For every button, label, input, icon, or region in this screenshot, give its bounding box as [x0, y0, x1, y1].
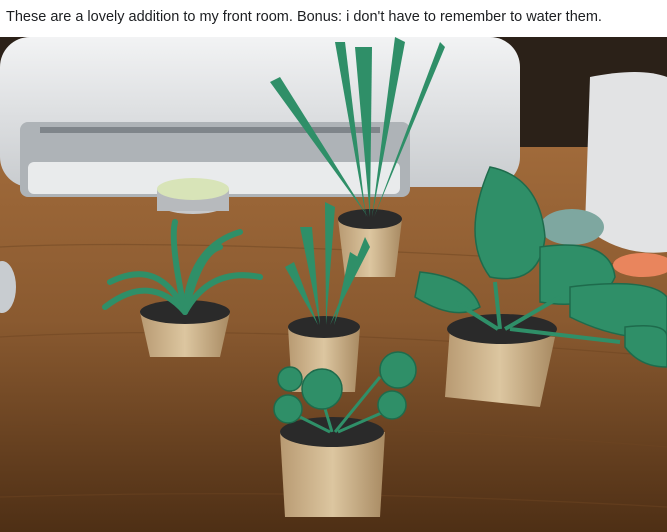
printer — [0, 37, 520, 197]
tin-lid — [540, 209, 604, 245]
post-photo[interactable] — [0, 37, 667, 532]
tealight-candle — [157, 178, 229, 214]
post-caption: These are a lovely addition to my front … — [6, 9, 602, 25]
photo-illustration — [0, 37, 667, 532]
social-post: These are a lovely addition to my front … — [0, 0, 667, 532]
